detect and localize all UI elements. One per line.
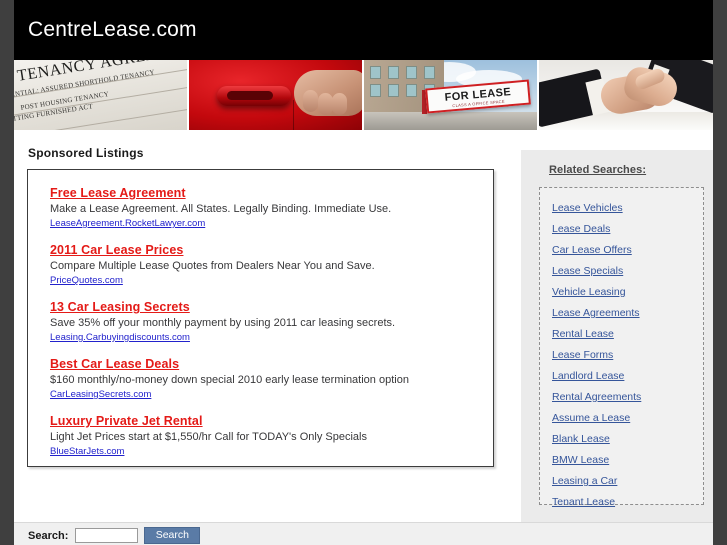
listing-title[interactable]: Best Car Lease Deals: [50, 357, 480, 372]
listing-url[interactable]: CarLeasingSecrets.com: [50, 388, 480, 401]
page-title: Sponsored Listings: [28, 146, 144, 160]
related-search-link[interactable]: Lease Specials: [552, 265, 623, 278]
related-searches-heading: Related Searches:: [549, 164, 647, 176]
finger: [318, 93, 333, 115]
listing-item[interactable]: 2011 Car Lease Prices Compare Multiple L…: [50, 243, 480, 287]
related-search-link[interactable]: Lease Forms: [552, 349, 613, 362]
related-search-link[interactable]: Lease Vehicles: [552, 202, 623, 215]
site-title: CentreLease.com: [28, 18, 197, 41]
listing-url[interactable]: Leasing.Carbuyingdiscounts.com: [50, 331, 480, 344]
banner-tenancy-agreement-document: TENANCY AGREEMENT ENTIAL: ASSURED SHORTH…: [14, 60, 187, 130]
finger: [332, 93, 347, 115]
banner-red-car-door-handle: [189, 60, 362, 130]
related-search-link[interactable]: BMW Lease: [552, 454, 609, 467]
listing-title[interactable]: 2011 Car Lease Prices: [50, 243, 480, 258]
building-ledge: [364, 112, 537, 130]
related-search-link[interactable]: Leasing a Car: [552, 475, 617, 488]
related-search-link[interactable]: Car Lease Offers: [552, 244, 632, 257]
listing-description: Light Jet Prices start at $1,550/hr Call…: [50, 431, 367, 443]
related-search-link[interactable]: Rental Agreements: [552, 391, 641, 404]
listing-url[interactable]: LeaseAgreement.RocketLawyer.com: [50, 217, 480, 230]
listing-url[interactable]: BlueStarJets.com: [50, 445, 480, 458]
banner-for-lease-building-sign: FOR LEASE CLASS A OFFICE SPACE: [364, 60, 537, 130]
listing-item[interactable]: 13 Car Leasing Secrets Save 35% off your…: [50, 300, 480, 344]
listing-item[interactable]: Free Lease Agreement Make a Lease Agreem…: [50, 186, 480, 230]
related-search-link[interactable]: Rental Lease: [552, 328, 614, 341]
main-body: Sponsored Listings Free Lease Agreement …: [14, 130, 713, 545]
listing-title[interactable]: 13 Car Leasing Secrets: [50, 300, 480, 315]
search-input[interactable]: [75, 528, 139, 543]
listing-description: Save 35% off your monthly payment by usi…: [50, 317, 396, 329]
listing-item[interactable]: Best Car Lease Deals $160 monthly/no-mon…: [50, 357, 480, 401]
related-search-link[interactable]: Assume a Lease: [552, 412, 630, 425]
footer-search-bar: Search: Search: [14, 522, 713, 545]
site-header: CentreLease.com: [14, 0, 713, 60]
car-door-handle-recess: [227, 91, 273, 100]
related-search-link[interactable]: Lease Deals: [552, 223, 610, 236]
related-search-link[interactable]: Lease Agreements: [552, 307, 640, 320]
listing-description: Compare Multiple Lease Quotes from Deale…: [50, 260, 375, 272]
car-door-seam: [293, 100, 294, 130]
search-row: Search: Search: [28, 527, 201, 544]
banner-business-handshake: [539, 60, 713, 130]
listing-description: Make a Lease Agreement. All States. Lega…: [50, 203, 392, 215]
listing-url[interactable]: PriceQuotes.com: [50, 274, 480, 287]
banner-strip: TENANCY AGREEMENT ENTIAL: ASSURED SHORTH…: [14, 60, 713, 130]
search-button[interactable]: Search: [144, 527, 201, 544]
related-searches-sidebar: Related Searches: Lease Vehicles Lease D…: [521, 150, 713, 522]
related-search-link[interactable]: Vehicle Leasing: [552, 286, 626, 299]
listing-title[interactable]: Luxury Private Jet Rental: [50, 414, 480, 429]
sponsored-listings-box: Free Lease Agreement Make a Lease Agreem…: [27, 169, 494, 467]
finger: [303, 90, 318, 112]
related-searches-box: Lease Vehicles Lease Deals Car Lease Off…: [539, 187, 704, 508]
listing-title[interactable]: Free Lease Agreement: [50, 186, 480, 201]
related-search-link[interactable]: Blank Lease: [552, 433, 610, 446]
page-container: CentreLease.com TENANCY AGREEMENT ENTIAL…: [14, 0, 713, 545]
listing-description: $160 monthly/no-money down special 2010 …: [50, 374, 409, 386]
search-label: Search:: [28, 529, 69, 542]
related-search-link[interactable]: Tenant Lease: [552, 496, 615, 509]
related-search-link[interactable]: Landlord Lease: [552, 370, 624, 383]
listing-item[interactable]: Luxury Private Jet Rental Light Jet Pric…: [50, 414, 480, 458]
